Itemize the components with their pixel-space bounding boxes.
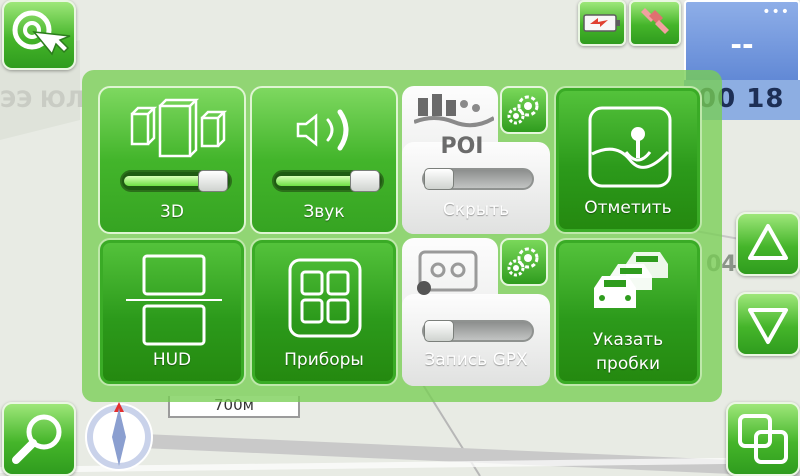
slider-knob[interactable] — [424, 168, 454, 190]
windows-icon — [738, 414, 788, 464]
cursor-button[interactable] — [2, 0, 76, 70]
tile-3d[interactable]: 3D — [98, 86, 246, 234]
satellite-button[interactable] — [629, 0, 681, 46]
zoom-in-button[interactable] — [736, 212, 800, 276]
tile-hud[interactable]: HUD — [98, 238, 246, 386]
slider-knob[interactable] — [198, 170, 228, 192]
tile-mark[interactable]: Отметить — [554, 86, 702, 234]
windows-button[interactable] — [726, 402, 800, 476]
poi-slider[interactable] — [422, 168, 534, 190]
gears-icon — [507, 247, 539, 277]
gears-icon — [507, 95, 539, 125]
zoom-out-button[interactable] — [736, 292, 800, 356]
more-dots-icon: ••• — [762, 4, 790, 20]
arrow-up-icon — [748, 224, 788, 260]
traffic-cars-icon — [594, 252, 668, 308]
battery-button[interactable] — [578, 0, 626, 46]
tile-gpx-label: Запись GPX — [424, 350, 528, 370]
tile-poi-label: Скрыть — [442, 200, 510, 220]
gpx-settings-button[interactable] — [500, 238, 548, 286]
tile-traffic-label-line2: пробки — [595, 354, 661, 374]
poi-settings-button[interactable] — [500, 86, 548, 134]
sound-slider[interactable] — [272, 170, 384, 192]
tile-traffic-label-line1: Указать — [592, 330, 664, 350]
info-value: -- — [730, 28, 754, 61]
arrow-down-icon — [748, 308, 788, 344]
tile-sound-label: Звук — [303, 202, 345, 222]
compass-icon[interactable] — [82, 398, 156, 472]
target-cursor-icon — [12, 10, 71, 56]
cassette-icon — [417, 250, 478, 295]
poi-title: POI — [440, 134, 484, 159]
satellite-icon — [641, 8, 669, 34]
gpx-slider[interactable] — [422, 320, 534, 342]
slider-knob[interactable] — [424, 320, 454, 342]
tile-3d-label: 3D — [160, 202, 184, 222]
battery-icon — [583, 14, 620, 32]
tile-sound[interactable]: Звук — [250, 86, 398, 234]
slider-fill — [124, 176, 204, 186]
slider-fill — [276, 176, 356, 186]
hud-icon — [126, 254, 222, 346]
3d-boxes-icon — [130, 98, 228, 158]
tile-hud-label: HUD — [152, 350, 192, 370]
3d-slider[interactable] — [120, 170, 232, 192]
speaker-icon — [296, 109, 349, 151]
gauges-grid-icon — [288, 258, 362, 338]
magnifier-icon — [12, 414, 62, 464]
slider-knob[interactable] — [350, 170, 380, 192]
poi-map-icon — [414, 94, 494, 128]
tile-gauges-label: Приборы — [284, 350, 364, 370]
quick-menu-panel: 3D Звук POI Скрыть Отметить HUD Приборы … — [82, 70, 722, 402]
tile-gauges[interactable]: Приборы — [250, 238, 398, 386]
mark-location-icon — [588, 106, 672, 188]
map-label: ЭЭ ЮЛ — [0, 88, 85, 113]
tile-traffic[interactable]: Указать пробки — [554, 238, 702, 386]
search-button[interactable] — [2, 402, 76, 476]
tile-mark-label: Отметить — [584, 198, 672, 218]
